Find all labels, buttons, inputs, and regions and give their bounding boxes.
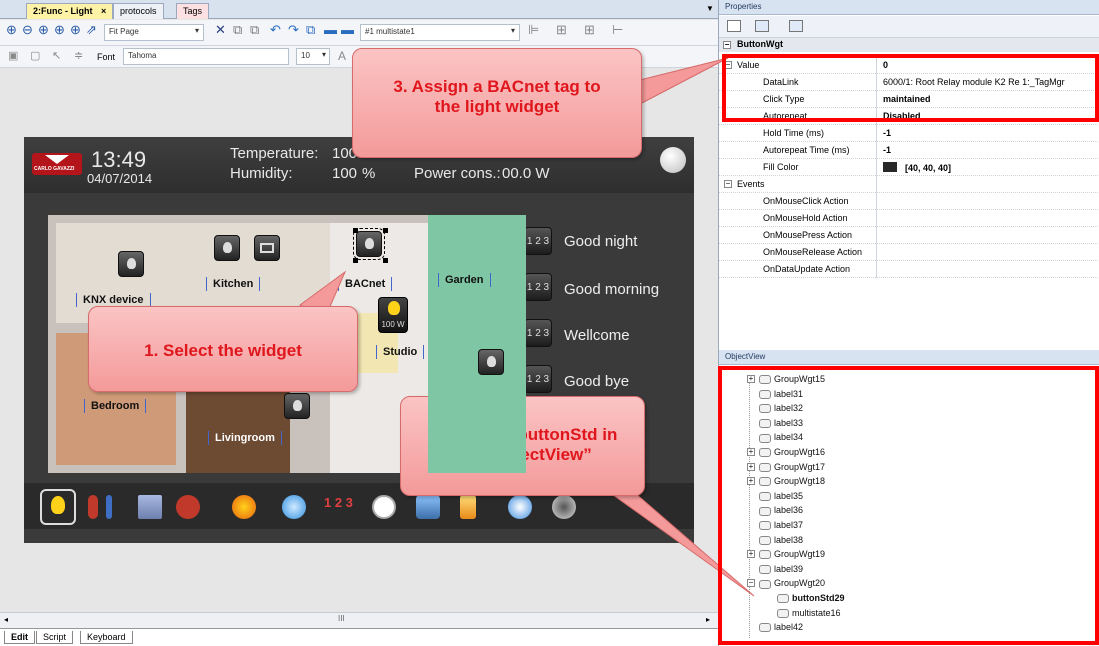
- highlight-objectview-box: [718, 366, 1099, 645]
- light-button-garden[interactable]: [478, 349, 504, 375]
- callout-step3: 3. Assign a BACnet tag to the light widg…: [352, 48, 642, 158]
- pointer-step3: [639, 57, 729, 105]
- room-garden: [428, 215, 526, 473]
- room-label-garden: Garden: [438, 273, 491, 287]
- highlight-properties-box: [722, 54, 1099, 122]
- callout-step1: 1. Select the widget: [88, 306, 358, 392]
